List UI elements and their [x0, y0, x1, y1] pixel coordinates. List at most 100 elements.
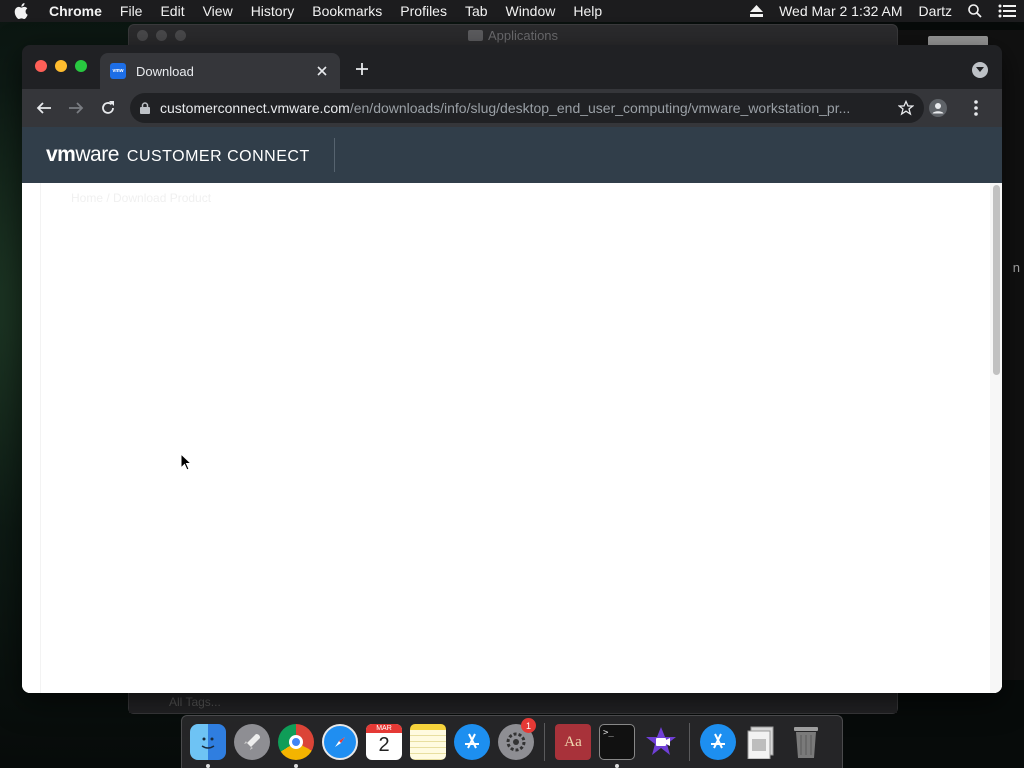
address-bar[interactable]: customerconnect.vmware.com/en/downloads/… [130, 93, 924, 123]
vmware-favicon-icon: vmw [110, 63, 126, 79]
menu-edit[interactable]: Edit [151, 0, 193, 22]
window-controls [35, 60, 87, 72]
app-store-icon [700, 724, 736, 760]
app-store-icon [454, 724, 490, 760]
page-viewport: vmware CUSTOMER CONNECT Home / Download … [22, 127, 1002, 693]
dock: MAR 2 1 Aa >_ [181, 715, 843, 768]
folder-icon [467, 29, 483, 41]
menu-history[interactable]: History [242, 0, 304, 22]
dictionary-label: Aa [564, 733, 582, 750]
apple-menu-icon[interactable] [14, 3, 40, 19]
page-body: Home / Download Product [22, 183, 1002, 693]
notes-icon [410, 724, 446, 760]
dock-app-store-download[interactable] [696, 720, 740, 764]
all-tags-label[interactable]: All Tags... [169, 695, 221, 709]
url-path: /en/downloads/info/slug/desktop_end_user… [349, 100, 851, 116]
breadcrumb[interactable]: Home / Download Product [71, 191, 211, 205]
eject-icon[interactable] [742, 5, 771, 17]
calendar-month: MAR [366, 724, 402, 733]
vmware-logo-regular: ware [75, 143, 119, 166]
dock-dictionary[interactable]: Aa [551, 720, 595, 764]
finder-icon [190, 724, 226, 760]
dock-separator [689, 723, 690, 761]
page-scrollbar[interactable] [990, 183, 1002, 693]
background-window-title: Applications [487, 27, 559, 43]
dictionary-icon: Aa [555, 724, 591, 760]
dock-finder[interactable] [186, 720, 230, 768]
close-window-button[interactable] [35, 60, 47, 72]
running-indicator [615, 764, 619, 768]
menu-profiles[interactable]: Profiles [391, 0, 456, 22]
notification-center-icon[interactable] [990, 4, 1024, 18]
browser-toolbar: customerconnect.vmware.com/en/downloads/… [22, 89, 1002, 127]
menu-view[interactable]: View [194, 0, 242, 22]
vmware-site-header: vmware CUSTOMER CONNECT [22, 127, 1002, 183]
menu-app-name[interactable]: Chrome [40, 0, 111, 22]
dock-trash[interactable] [784, 720, 828, 764]
tab-close-icon[interactable] [314, 63, 330, 79]
bg-minimize-button[interactable] [156, 30, 167, 41]
bg-zoom-button[interactable] [175, 30, 186, 41]
vmware-logo[interactable]: vmware [46, 143, 119, 167]
chrome-icon [278, 724, 314, 760]
menu-tab[interactable]: Tab [456, 0, 497, 22]
tab-strip: vmw Download [22, 45, 1002, 89]
lock-icon[interactable] [140, 102, 150, 114]
calendar-day: 2 [378, 734, 390, 756]
document-stack-icon [744, 724, 780, 760]
running-indicator [206, 764, 210, 768]
clock-datetime[interactable]: Wed Mar 2 1:32 AM [771, 3, 910, 19]
profile-avatar-icon[interactable] [924, 94, 952, 122]
chrome-icon-center [289, 735, 303, 749]
mouse-cursor-icon [180, 452, 193, 476]
dock-documents-stack[interactable] [740, 720, 784, 764]
dock-system-preferences[interactable]: 1 [494, 718, 538, 764]
trash-icon [788, 724, 824, 760]
dock-launchpad[interactable] [230, 720, 274, 764]
user-name[interactable]: Dartz [911, 3, 960, 19]
forward-button[interactable] [62, 94, 90, 122]
dock-terminal[interactable]: >_ [595, 720, 639, 768]
tab-title: Download [136, 63, 194, 79]
notification-badge: 1 [521, 718, 536, 733]
page-content-area: Home / Download Product [40, 183, 970, 693]
minimize-window-button[interactable] [55, 60, 67, 72]
calendar-icon: MAR 2 [366, 724, 402, 760]
dock-separator [544, 723, 545, 761]
dock-safari[interactable] [318, 720, 362, 764]
chrome-window: vmw Download customerconnect.vmware.com / [22, 45, 1002, 693]
menu-window[interactable]: Window [497, 0, 565, 22]
new-tab-button[interactable] [352, 59, 372, 79]
vmware-logo-bold: vm [46, 143, 76, 166]
spotlight-search-icon[interactable] [960, 4, 990, 18]
dock-app-store[interactable] [450, 720, 494, 764]
bg-close-button[interactable] [137, 30, 148, 41]
dock-calendar[interactable]: MAR 2 [362, 720, 406, 764]
bookmark-star-icon[interactable] [898, 100, 914, 116]
terminal-icon: >_ [599, 724, 635, 760]
dock-notes[interactable] [406, 720, 450, 764]
safari-compass-icon [322, 724, 358, 760]
zoom-window-button[interactable] [75, 60, 87, 72]
imovie-star-icon [643, 724, 679, 760]
partial-text: n [1012, 260, 1020, 275]
tab-search-icon[interactable] [972, 62, 988, 78]
tab-download[interactable]: vmw Download [100, 53, 340, 89]
menu-file[interactable]: File [111, 0, 152, 22]
dock-chrome[interactable] [274, 720, 318, 768]
back-button[interactable] [30, 94, 58, 122]
header-divider [333, 138, 335, 172]
background-window-controls [137, 30, 186, 41]
menu-bar: Chrome File Edit View History Bookmarks … [0, 0, 1024, 22]
reload-button[interactable] [94, 94, 122, 122]
customer-connect-title[interactable]: CUSTOMER CONNECT [127, 148, 310, 166]
url-host: customerconnect.vmware.com [160, 100, 350, 116]
menu-bookmarks[interactable]: Bookmarks [303, 0, 391, 22]
scrollbar-thumb[interactable] [993, 185, 1000, 375]
background-window-titlebar: Applications [129, 25, 897, 45]
menu-help[interactable]: Help [564, 0, 611, 22]
chrome-menu-icon[interactable] [962, 94, 990, 122]
dock-imovie[interactable] [639, 720, 683, 764]
terminal-prompt: >_ [603, 728, 614, 738]
running-indicator [294, 764, 298, 768]
